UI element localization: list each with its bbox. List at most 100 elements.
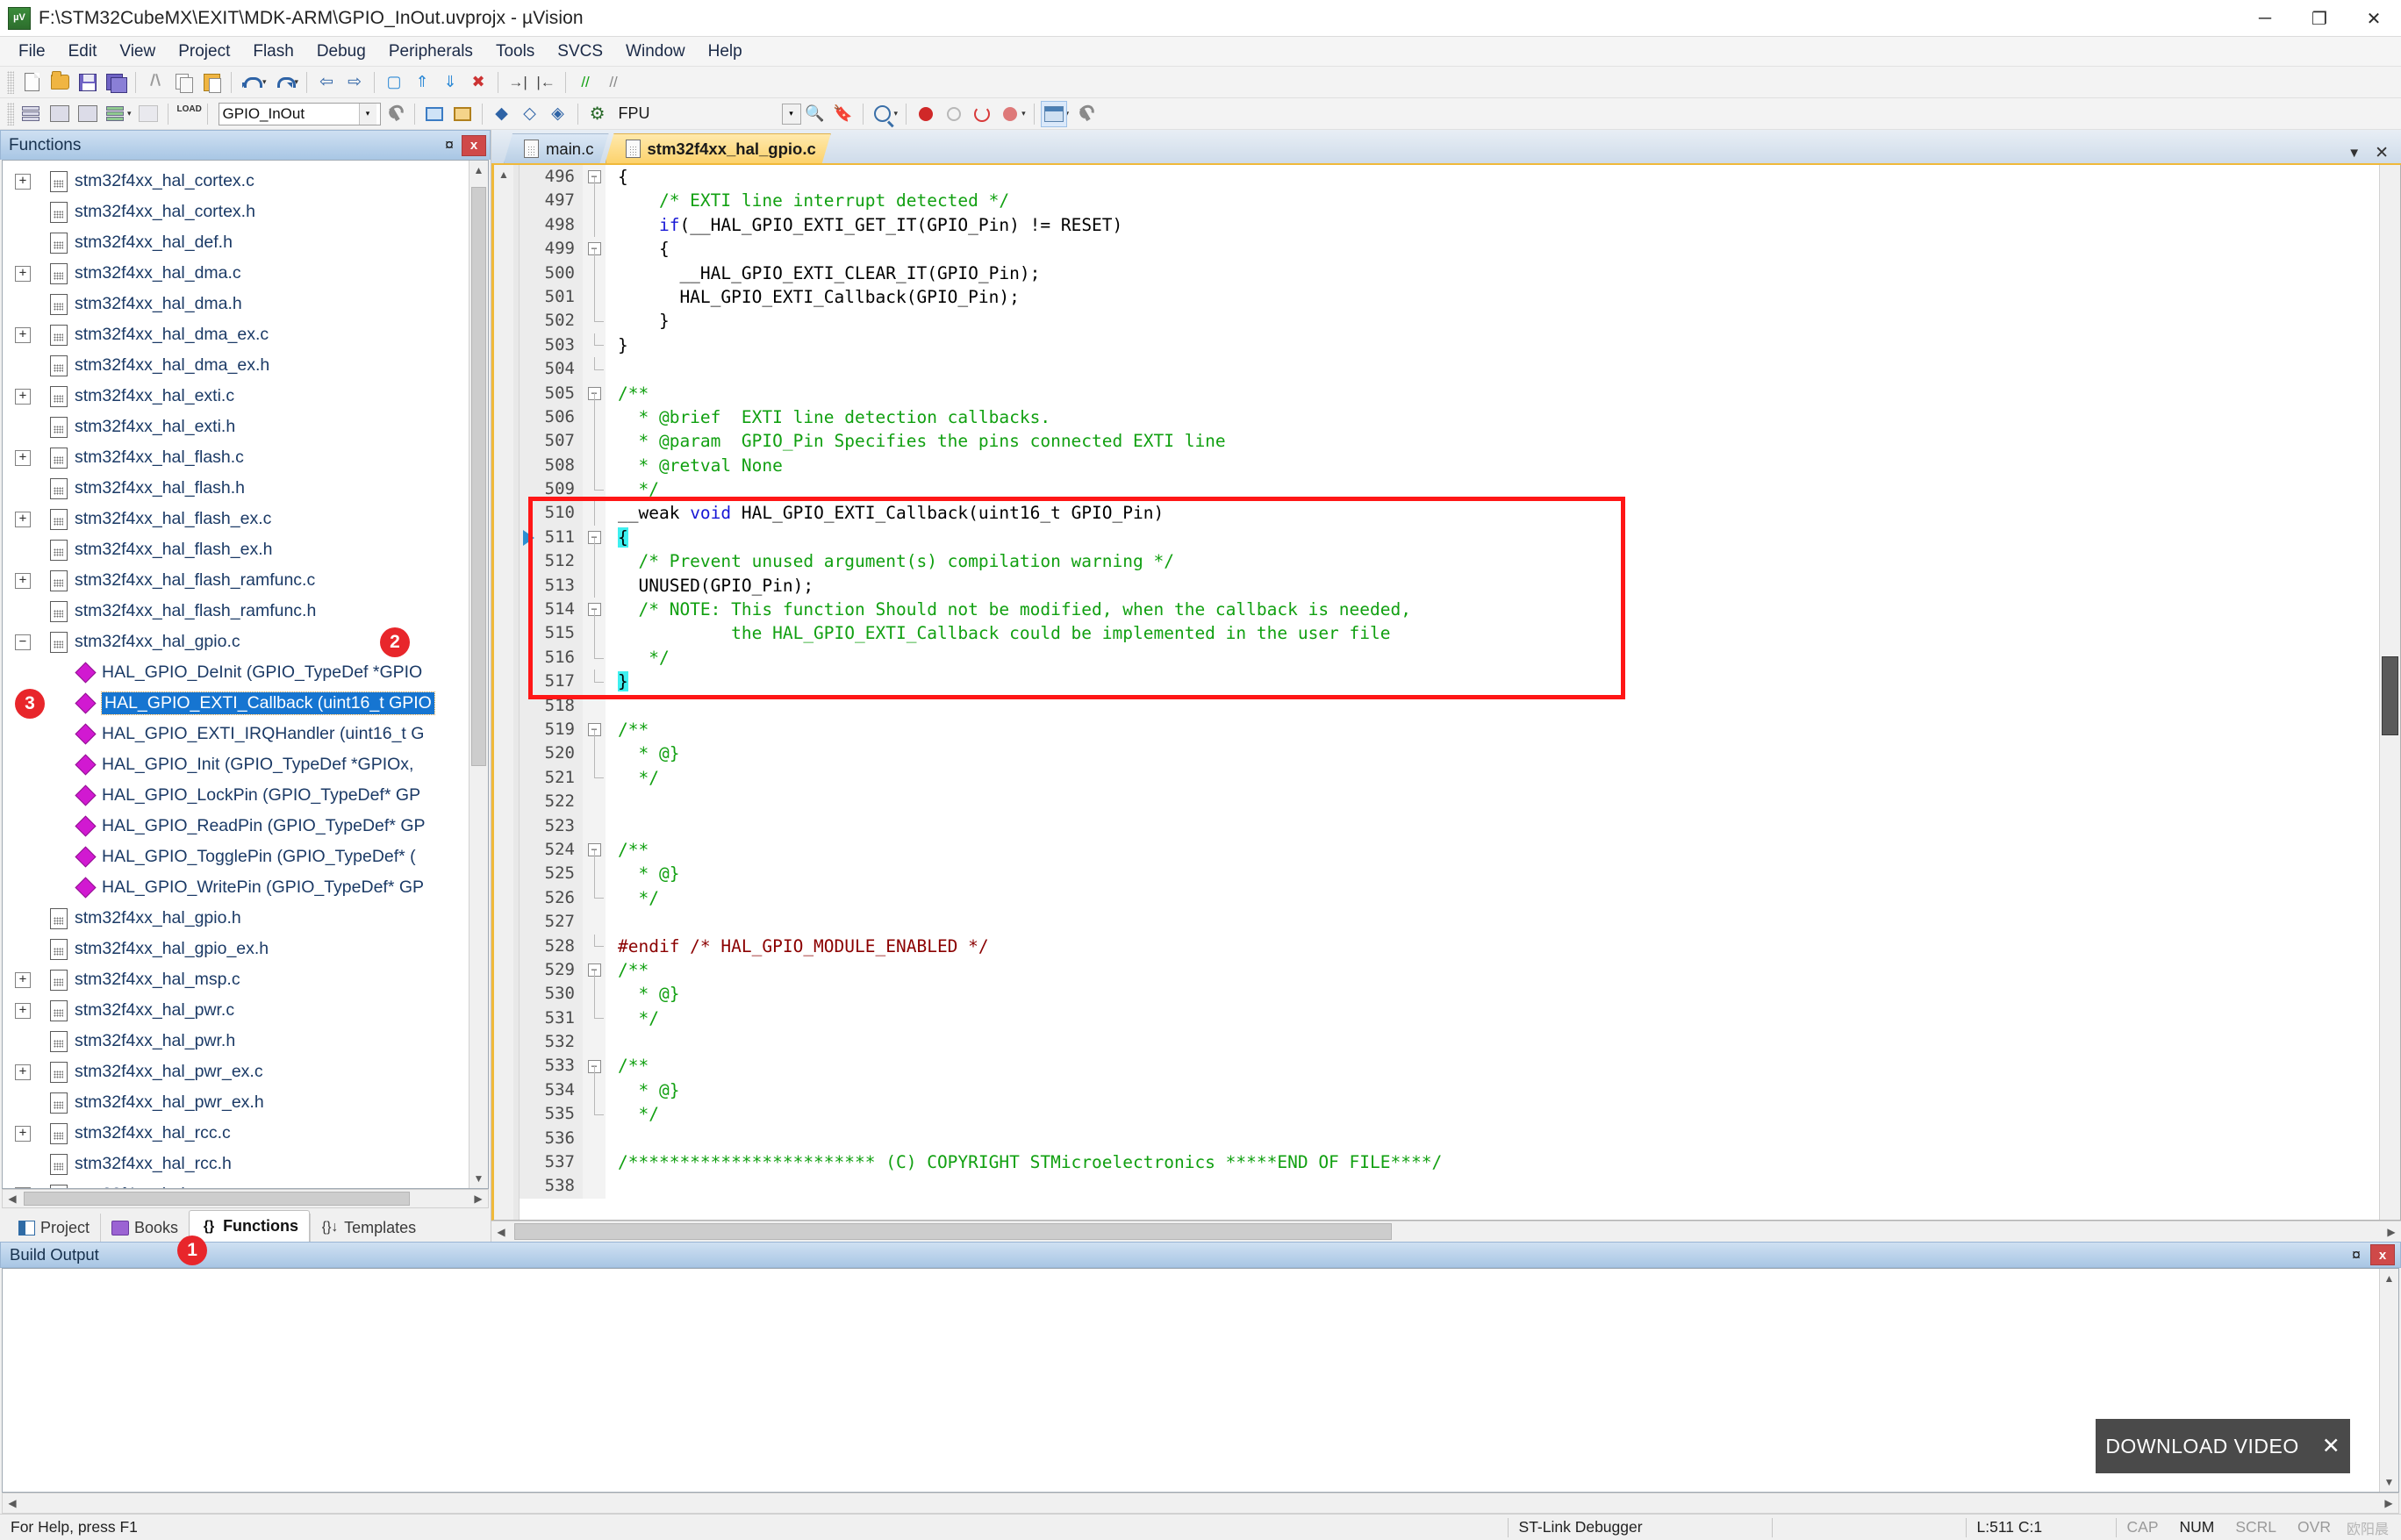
menu-file[interactable]: File [7, 39, 57, 65]
tree-item-file[interactable]: stm32f4xx_hal_def.h [3, 227, 469, 258]
configure-button[interactable] [1072, 101, 1099, 127]
tree-item-function[interactable]: HAL_GPIO_WritePin (GPIO_TypeDef* GP [3, 872, 469, 903]
tree-item-file[interactable]: stm32f4xx_hal_pwr.h [3, 1026, 469, 1057]
menu-svcs[interactable]: SVCS [546, 39, 614, 65]
editor-vertical-scrollbar[interactable] [2379, 165, 2400, 1220]
find-in-files-button[interactable]: 🔍 [802, 101, 828, 127]
save-button[interactable] [75, 69, 101, 96]
tree-item-file[interactable]: stm32f4xx_hal_flash.h [3, 473, 469, 504]
configure-target-button[interactable]: ◆ [489, 101, 515, 127]
fold-collapse-icon[interactable]: − [583, 598, 606, 622]
batch-build-button[interactable] [103, 101, 129, 127]
insert-breakpoint-button[interactable] [913, 101, 939, 127]
new-file-button[interactable] [18, 69, 45, 96]
code-line[interactable]: 515 the HAL_GPIO_EXTI_Callback could be … [520, 621, 2379, 646]
code-line[interactable]: 511−{ [520, 525, 2379, 550]
expand-icon[interactable]: + [15, 173, 31, 190]
stop-build-button[interactable] [135, 101, 161, 127]
chevron-down-icon[interactable]: ▾ [358, 103, 376, 125]
window-layout-button[interactable] [1040, 100, 1067, 127]
code-line[interactable]: 533−/** [520, 1054, 2379, 1078]
editor-tab-main-c[interactable]: main.c [504, 133, 609, 163]
tree-item-file[interactable]: + stm32f4xx_hal_dma_ex.c [3, 319, 469, 350]
code-line[interactable]: 518 [520, 693, 2379, 718]
manage-components-button[interactable] [421, 101, 448, 127]
scroll-left-icon[interactable]: ◀ [3, 1190, 22, 1207]
editor-scroll-right-icon[interactable]: ▶ [2382, 1223, 2401, 1241]
menu-window[interactable]: Window [614, 39, 697, 65]
bookmark-prev-button[interactable]: ⇑ [409, 69, 435, 96]
save-all-button[interactable] [103, 69, 129, 96]
expand-icon[interactable]: + [15, 265, 31, 282]
editor-horizontal-scrollbar[interactable]: ◀ ▶ [491, 1221, 2401, 1242]
code-line[interactable]: 502 } [520, 309, 2379, 333]
build-close-button[interactable]: x [2370, 1244, 2395, 1265]
target-options-button[interactable] [382, 101, 408, 127]
editor-close-icon[interactable]: ✕ [2375, 143, 2389, 163]
minimize-button[interactable]: ─ [2238, 0, 2292, 37]
code-line[interactable]: 523 [520, 813, 2379, 838]
code-line[interactable]: 529−/** [520, 957, 2379, 983]
tree-item-file[interactable]: stm32f4xx_hal_gpio.h [3, 903, 469, 934]
tree-item-function[interactable]: 3 HAL_GPIO_EXTI_Callback (uint16_t GPIO [3, 688, 469, 719]
code-line[interactable]: 522 [520, 790, 2379, 814]
target-selector[interactable]: GPIO_InOut ▾ [218, 102, 381, 125]
tree-item-file[interactable]: + stm32f4xx_hal_pwr.c [3, 995, 469, 1026]
bookmark-clear-button[interactable]: ✖ [465, 69, 491, 96]
comment-button[interactable]: // [572, 69, 598, 96]
fpu-icon-button[interactable]: ⚙ [584, 101, 611, 127]
expand-icon[interactable]: + [15, 511, 31, 527]
code-line[interactable]: 517} [520, 670, 2379, 694]
tree-item-file[interactable]: + stm32f4xx_hal_flash_ex.c [3, 504, 469, 534]
maximize-button[interactable]: ❐ [2292, 0, 2347, 37]
pack-installer-button[interactable] [449, 101, 476, 127]
code-editor[interactable]: ▲ 496−{497 /* EXTI line interrupt detect… [491, 165, 2401, 1221]
code-line[interactable]: 514− /* NOTE: This function Should not b… [520, 598, 2379, 622]
code-line[interactable]: 501 HAL_GPIO_EXTI_Callback(GPIO_Pin); [520, 284, 2379, 310]
close-button[interactable]: ✕ [2347, 0, 2401, 37]
code-line[interactable]: 532 [520, 1030, 2379, 1055]
expand-icon[interactable]: + [15, 449, 31, 466]
code-line[interactable]: 531 */ [520, 1006, 2379, 1031]
translate-button[interactable] [18, 101, 45, 127]
navigate-back-button[interactable]: ⇦ [313, 69, 340, 96]
menu-view[interactable]: View [108, 39, 167, 65]
expand-icon[interactable]: + [15, 1002, 31, 1019]
editor-scroll-thumb[interactable] [2382, 656, 2398, 735]
fold-collapse-icon[interactable]: − [583, 165, 606, 190]
tree-item-file[interactable]: + stm32f4xx_hal_rcc_ex.c [3, 1179, 469, 1188]
menu-flash[interactable]: Flash [241, 39, 305, 65]
code-line[interactable]: 508 * @retval None [520, 453, 2379, 478]
scroll-up-icon[interactable]: ▲ [469, 161, 488, 180]
code-line[interactable]: 499− { [520, 237, 2379, 261]
scroll-thumb[interactable] [471, 187, 486, 766]
tree-item-function[interactable]: HAL_GPIO_DeInit (GPIO_TypeDef *GPIO [3, 657, 469, 688]
tree-item-file[interactable]: stm32f4xx_hal_gpio_ex.h [3, 934, 469, 964]
scroll-down-icon[interactable]: ▼ [469, 1169, 488, 1188]
code-line[interactable]: 503} [520, 333, 2379, 358]
expand-icon[interactable]: + [15, 326, 31, 343]
code-line[interactable]: 528 #endif /* HAL_GPIO_MODULE_ENABLED */ [520, 934, 2379, 958]
fold-collapse-icon[interactable]: − [583, 837, 606, 863]
code-line[interactable]: 535 */ [520, 1102, 2379, 1127]
build-pin-icon[interactable]: ¤ [2347, 1245, 2365, 1264]
tree-item-file[interactable]: + stm32f4xx_hal_pwr_ex.c [3, 1057, 469, 1087]
expand-icon[interactable]: + [15, 1064, 31, 1080]
view-mode-combo[interactable]: ▾ [781, 103, 801, 125]
tree-item-function[interactable]: HAL_GPIO_TogglePin (GPIO_TypeDef* ( [3, 842, 469, 872]
indent-button[interactable]: →| [505, 69, 531, 96]
close-panel-button[interactable]: x [462, 134, 486, 156]
tree-item-function[interactable]: HAL_GPIO_Init (GPIO_TypeDef *GPIOx, [3, 749, 469, 780]
code-line[interactable]: 526 */ [520, 885, 2379, 911]
functions-tree[interactable]: + stm32f4xx_hal_cortex.c stm32f4xx_hal_cor… [3, 161, 469, 1188]
tree-item-file[interactable]: + stm32f4xx_hal_flash_ramfunc.c [3, 565, 469, 596]
toolbar-grip[interactable] [7, 102, 14, 125]
tree-vertical-scrollbar[interactable]: ▲ ▼ [469, 161, 488, 1188]
tree-item-file[interactable]: + stm32f4xx_hal_msp.c [3, 964, 469, 995]
tree-item-function[interactable]: HAL_GPIO_EXTI_IRQHandler (uint16_t G [3, 719, 469, 749]
menu-edit[interactable]: Edit [57, 39, 109, 65]
disable-breakpoint-button[interactable] [941, 101, 967, 127]
download-button[interactable]: LOAD [175, 101, 202, 127]
fold-collapse-icon[interactable]: − [583, 717, 606, 742]
tab-books[interactable]: Books [100, 1214, 189, 1242]
